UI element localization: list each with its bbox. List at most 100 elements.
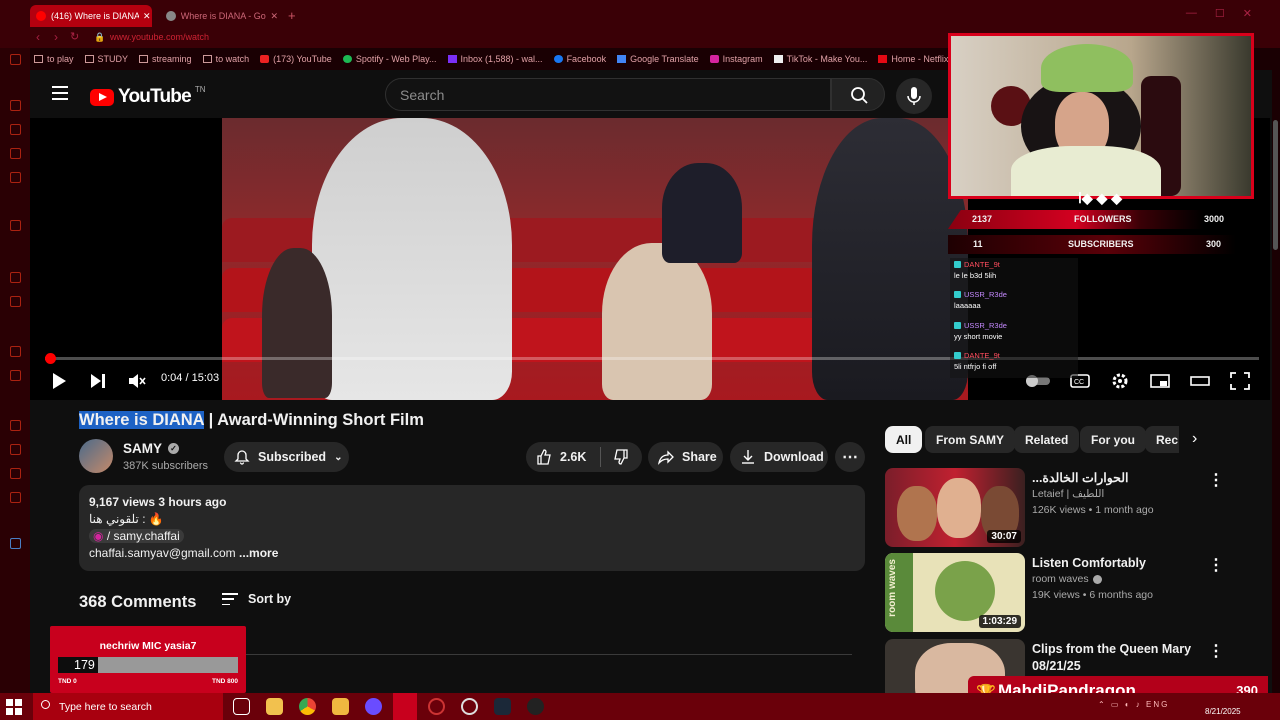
scrollbar-thumb[interactable] <box>1273 120 1278 250</box>
settings-icon[interactable] <box>1110 372 1130 390</box>
bookmark-item[interactable]: Home - Netflix <box>878 54 948 64</box>
tab-google[interactable]: Where is DIANA - Google ✕ <box>160 5 278 27</box>
bookmark-item[interactable]: to play <box>34 54 74 64</box>
dislike-icon[interactable] <box>613 449 629 465</box>
bookmark-item[interactable]: Facebook <box>553 54 606 64</box>
bookmark-item[interactable]: Google Translate <box>617 54 699 64</box>
video-thumbnail[interactable]: 30:07 <box>885 468 1025 547</box>
bookmark-item[interactable]: Spotify - Web Play... <box>342 54 437 64</box>
steam-icon[interactable] <box>494 698 511 715</box>
bookmark-item[interactable]: STUDY <box>84 54 128 64</box>
chip-for-you[interactable]: For you <box>1080 426 1146 453</box>
forward-icon[interactable]: › <box>54 30 58 44</box>
sidebar-app-icon[interactable] <box>10 420 21 431</box>
more-actions-button[interactable]: ⋯ <box>835 442 865 472</box>
sidebar-app-icon[interactable] <box>10 370 21 381</box>
taskbar-app-icon[interactable] <box>428 698 445 715</box>
windows-start-icon[interactable] <box>6 699 22 715</box>
miniplayer-icon[interactable] <box>1150 372 1170 390</box>
like-count[interactable]: 2.6K <box>560 450 586 464</box>
search-button[interactable] <box>831 78 885 111</box>
home-icon[interactable] <box>10 54 21 65</box>
mail-icon <box>447 55 457 63</box>
instagram-link[interactable]: ◉ / samy.chaffai <box>89 529 184 543</box>
sidebar-app-icon[interactable] <box>10 538 21 549</box>
close-tab-icon[interactable]: ✕ <box>143 11 151 22</box>
more-vertical-icon[interactable]: ⋮ <box>1208 470 1224 490</box>
more-vertical-icon[interactable]: ⋮ <box>1208 641 1224 661</box>
new-tab-button[interactable]: + <box>288 8 296 23</box>
page-scrollbar[interactable] <box>1272 70 1280 693</box>
comment-input-underline[interactable] <box>246 654 852 655</box>
maximize-icon[interactable]: ☐ <box>1215 7 1225 20</box>
bookmark-item[interactable]: streaming <box>139 54 192 64</box>
channel-name[interactable]: room waves <box>1032 573 1102 585</box>
bookmark-item[interactable]: to watch <box>202 54 249 64</box>
fullscreen-icon[interactable] <box>1230 372 1250 390</box>
sort-by-button[interactable]: Sort by <box>222 592 291 606</box>
video-title[interactable]: Listen Comfortably <box>1032 555 1202 572</box>
recommended-video[interactable]: 30:07 الحوارات الخالدة... Letaief | اللط… <box>885 468 1255 548</box>
video-thumbnail[interactable]: room waves 1:03:29 <box>885 553 1025 632</box>
obs-icon[interactable] <box>461 698 478 715</box>
bookmark-item[interactable]: (173) YouTube <box>260 54 332 64</box>
taskbar-search[interactable]: Type here to search <box>33 693 223 720</box>
sidebar-app-icon[interactable] <box>10 468 21 479</box>
reload-icon[interactable]: ↻ <box>70 30 79 43</box>
share-button[interactable]: Share <box>648 442 723 472</box>
taskbar-app-icon[interactable] <box>527 698 544 715</box>
description-box[interactable]: 9,167 views 3 hours ago تلقوني هنا : 🔥 ◉… <box>79 485 865 571</box>
like-icon[interactable] <box>536 449 552 465</box>
close-window-icon[interactable]: ✕ <box>1243 7 1252 20</box>
sidebar-app-icon[interactable] <box>10 100 21 111</box>
bookmark-item[interactable]: Inbox (1,588) - wal... <box>447 54 543 64</box>
chip-all[interactable]: All <box>885 426 923 453</box>
theater-mode-icon[interactable] <box>1190 372 1210 390</box>
sidebar-app-icon[interactable] <box>10 124 21 135</box>
system-tray[interactable]: ⌃ ▭ ◐ ♪ ENG <box>1098 700 1169 709</box>
sidebar-app-icon[interactable] <box>10 220 21 231</box>
url-field[interactable]: www.youtube.com/watch <box>110 32 209 42</box>
chip-related[interactable]: Related <box>1014 426 1080 453</box>
sticky-notes-icon[interactable] <box>266 698 283 715</box>
chrome-icon[interactable] <box>299 698 316 715</box>
x-icon[interactable] <box>10 296 21 307</box>
channel-avatar[interactable] <box>79 439 113 473</box>
sidebar-app-icon[interactable] <box>10 172 21 183</box>
whatsapp-icon[interactable] <box>10 272 21 283</box>
play-icon[interactable] <box>51 372 67 390</box>
sidebar-app-icon[interactable] <box>10 346 21 357</box>
menu-icon[interactable] <box>52 86 68 100</box>
minimize-icon[interactable]: — <box>1186 7 1197 20</box>
opera-gx-icon[interactable] <box>393 693 417 720</box>
subscribed-button[interactable]: Subscribed ⌄ <box>224 442 349 472</box>
discord-icon[interactable] <box>365 698 382 715</box>
sidebar-app-icon[interactable] <box>10 148 21 159</box>
file-explorer-icon[interactable] <box>332 698 349 715</box>
chip-recently[interactable]: Rec <box>1145 426 1179 453</box>
close-tab-icon[interactable]: ✕ <box>270 11 278 22</box>
download-button[interactable]: Download <box>730 442 828 472</box>
recommended-video[interactable]: room waves 1:03:29 Listen Comfortably ro… <box>885 553 1255 633</box>
more-vertical-icon[interactable]: ⋮ <box>1208 555 1224 575</box>
mute-icon[interactable] <box>128 372 146 390</box>
youtube-logo[interactable]: YouTube TN <box>90 85 206 108</box>
sidebar-app-icon[interactable] <box>10 444 21 455</box>
task-view-icon[interactable] <box>233 698 250 715</box>
video-title[interactable]: Clips from the Queen Mary 08/21/25 <box>1032 641 1202 675</box>
tab-youtube[interactable]: (416) Where is DIANA | Aw ✕ <box>30 5 152 27</box>
back-icon[interactable]: ‹ <box>36 30 40 44</box>
search-input[interactable]: Search <box>385 78 831 111</box>
bookmark-item[interactable]: TikTok - Make You... <box>773 54 867 64</box>
channel-name[interactable]: Letaief | اللطيف <box>1032 488 1104 500</box>
video-title[interactable]: الحوارات الخالدة... <box>1032 470 1202 487</box>
channel-name[interactable]: SAMY ✓ <box>123 441 180 456</box>
voice-search-button[interactable] <box>896 78 932 114</box>
bookmark-item[interactable]: Instagram <box>709 54 763 64</box>
chip-from-samy[interactable]: From SAMY <box>925 426 1016 453</box>
show-more-button[interactable]: ...more <box>239 546 278 560</box>
scrubber-handle[interactable] <box>45 353 56 364</box>
chevron-right-icon[interactable]: › <box>1192 430 1197 448</box>
next-icon[interactable] <box>90 372 106 390</box>
sidebar-app-icon[interactable] <box>10 492 21 503</box>
